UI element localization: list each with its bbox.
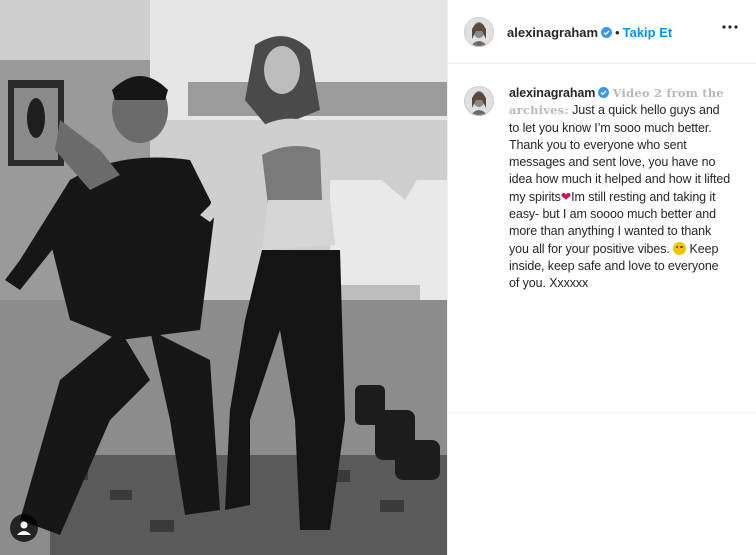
video-icon-glyph bbox=[17, 521, 31, 535]
heart-icon: ❤ bbox=[560, 189, 572, 204]
post-header: alexinagraham • Takip Et bbox=[448, 0, 756, 64]
caption-verified-badge-icon bbox=[598, 87, 610, 98]
more-options-icon[interactable] bbox=[721, 24, 739, 30]
post-panel: alexinagraham • Takip Et alexinagraham Vi… bbox=[447, 0, 756, 555]
video-icon[interactable] bbox=[10, 514, 38, 542]
post-video[interactable] bbox=[0, 0, 447, 555]
caption-username[interactable]: alexinagraham bbox=[509, 86, 595, 100]
verified-badge-icon bbox=[601, 27, 613, 38]
caption-text-1: Just a quick hello guys and to let you k… bbox=[509, 103, 731, 204]
username[interactable]: alexinagraham bbox=[507, 25, 598, 40]
avatar[interactable] bbox=[464, 17, 494, 47]
post-caption: alexinagraham Video 2 from the archives:… bbox=[509, 85, 731, 293]
caption-avatar[interactable] bbox=[464, 86, 494, 116]
header-text: alexinagraham • Takip Et bbox=[507, 24, 672, 42]
follow-button[interactable]: Takip Et bbox=[623, 25, 673, 40]
video-frame bbox=[0, 0, 447, 555]
face-emoji-icon bbox=[673, 241, 687, 255]
separator-dot: • bbox=[615, 25, 620, 40]
divider bbox=[448, 412, 756, 413]
